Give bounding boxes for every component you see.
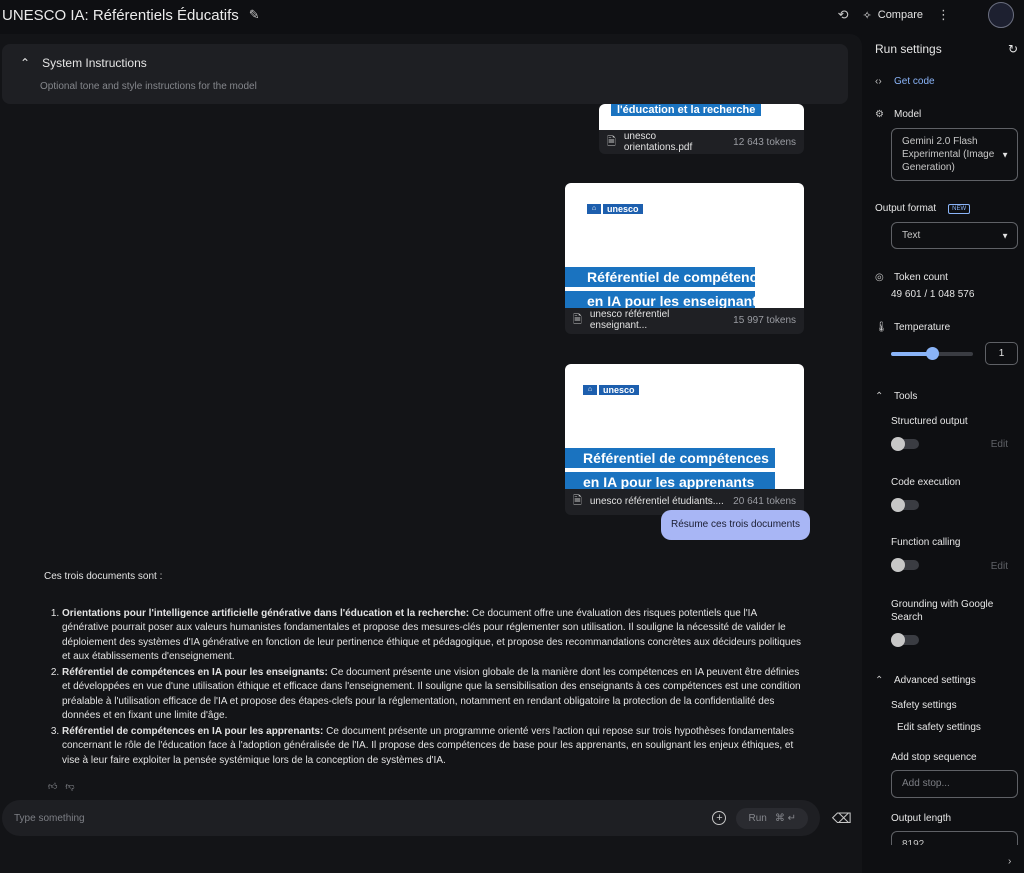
document-icon: 🗎 — [573, 313, 582, 326]
top-bar: UNESCO IA: Référentiels Éducatifs ✎ ⟲ ✧ … — [0, 0, 1024, 30]
code-execution-toggle[interactable] — [891, 498, 919, 512]
add-media-icon[interactable]: + — [712, 811, 727, 825]
feedback-buttons: 👍︎ 👎︎ — [48, 781, 75, 792]
slider-handle[interactable] — [925, 347, 939, 360]
token-icon: ◎ — [875, 272, 884, 283]
thumbnail-banner: l'éducation et la recherche — [611, 104, 762, 116]
thumbnail-banner: Référentiel de compétences — [565, 267, 773, 287]
function-calling-label: Function calling — [891, 537, 961, 548]
structured-output-edit[interactable]: Edit — [991, 439, 1008, 450]
response-intro: Ces trois documents sont : — [44, 571, 163, 582]
compare-label: Compare — [877, 9, 923, 21]
structured-output-label: Structured output — [891, 416, 968, 427]
clear-chat-icon[interactable]: ⌫ — [832, 810, 852, 827]
more-options-icon[interactable]: ⋮ — [937, 7, 950, 23]
sparkle-icon: ✧ — [862, 9, 872, 22]
run-settings-panel: Run settings ↻ ‹› Get code ⚙ Model Gemin… — [866, 34, 1024, 873]
file-token-count: 15 997 tokens — [733, 314, 796, 326]
user-message-bubble[interactable]: Résume ces trois documents — [661, 510, 810, 540]
temperature-input[interactable]: 1 — [985, 342, 1018, 365]
list-item: Référentiel de compétences en IA pour le… — [62, 725, 806, 769]
grounding-label: Grounding with Google Search — [891, 599, 994, 623]
thumbnail-banner: en IA pour les enseignants — [565, 291, 765, 308]
model-select[interactable]: Gemini 2.0 Flash Experimental (Image Gen… — [891, 128, 1018, 181]
system-instructions-title: System Instructions — [42, 56, 147, 70]
chevron-up-icon: ⌃ — [875, 391, 884, 402]
run-settings-title: Run settings — [875, 42, 942, 56]
thumbnail-banner: en IA pour les apprenants — [565, 472, 775, 489]
dropdown-arrow-icon: ▼ — [1001, 231, 1009, 240]
file-token-count: 20 641 tokens — [733, 495, 796, 507]
grounding-toggle[interactable] — [891, 633, 919, 647]
file-token-count: 12 643 tokens — [733, 136, 796, 148]
token-count-label: Token count — [894, 272, 948, 283]
thermometer-icon: 🌡︎ — [875, 322, 888, 333]
run-shortcut: ⌘ ↵ — [774, 812, 796, 824]
temperature-slider[interactable] — [891, 347, 973, 360]
compare-button[interactable]: ✧ Compare — [863, 9, 923, 22]
model-response: Ces trois documents sont : Orientations … — [44, 570, 806, 769]
reset-icon[interactable]: ↻ — [1008, 42, 1018, 56]
token-count-value: 49 601 / 1 048 576 — [891, 289, 975, 300]
tools-section-toggle[interactable]: ⌃ Tools — [875, 391, 917, 402]
prompt-title-area: UNESCO IA: Référentiels Éducatifs ✎ — [2, 7, 260, 24]
list-item: Orientations pour l'intelligence artific… — [62, 607, 806, 665]
dropdown-arrow-icon: ▼ — [1001, 150, 1009, 159]
chevron-up-icon[interactable]: ⌃ — [20, 56, 30, 70]
edit-title-icon[interactable]: ✎ — [249, 7, 260, 23]
system-instructions-input[interactable]: Optional tone and style instructions for… — [40, 81, 830, 92]
file-thumbnail: ⌂ unesco Référentiel de compétences en IA… — [565, 364, 804, 489]
stop-sequence-input[interactable]: Add stop... — [891, 770, 1018, 798]
model-label: Model — [894, 109, 922, 120]
prompt-composer: Type something + Run ⌘ ↵ — [2, 800, 820, 836]
file-attachment[interactable]: ⌂ unesco Référentiel de compétences en IA… — [565, 183, 804, 334]
function-calling-toggle[interactable] — [891, 558, 919, 572]
file-name: unesco orientations.pdf — [623, 131, 693, 153]
file-name: unesco référentiel étudiants.... — [589, 495, 724, 507]
get-code-button[interactable]: ‹› Get code — [875, 76, 935, 87]
advanced-settings-toggle[interactable]: ⌃ Advanced settings — [875, 675, 976, 686]
prompt-input[interactable]: Type something — [14, 813, 712, 824]
output-length-input[interactable]: 8192 — [891, 831, 1018, 845]
function-calling-edit[interactable]: Edit — [991, 561, 1008, 572]
output-format-select[interactable]: Text ▼ — [891, 222, 1018, 249]
structured-output-toggle[interactable] — [891, 437, 919, 451]
unesco-logo: ⌂ unesco — [583, 385, 639, 395]
run-button[interactable]: Run ⌘ ↵ — [736, 807, 808, 829]
thumbs-up-icon[interactable]: 👍︎ — [48, 781, 57, 792]
thumbs-down-icon[interactable]: 👎︎ — [65, 781, 74, 792]
avatar[interactable] — [988, 2, 1014, 28]
file-thumbnail: l'éducation et la recherche — [599, 104, 804, 130]
output-format-label: Output format — [875, 203, 937, 214]
model-icon: ⚙ — [875, 109, 884, 120]
temperature-label: Temperature — [894, 322, 951, 333]
thumbnail-banner: Référentiel de compétences — [565, 448, 775, 468]
document-icon: 🗎 — [573, 494, 582, 507]
code-execution-label: Code execution — [891, 477, 961, 488]
file-attachment[interactable]: ⌂ unesco Référentiel de compétences en IA… — [565, 364, 804, 515]
document-icon: 🗎 — [607, 135, 616, 148]
chevron-up-icon: ⌃ — [875, 675, 884, 686]
file-thumbnail: ⌂ unesco Référentiel de compétences en IA… — [565, 183, 804, 308]
stop-sequence-label: Add stop sequence — [891, 752, 977, 763]
code-icon: ‹› — [875, 76, 882, 87]
unesco-logo: ⌂ unesco — [587, 204, 643, 214]
new-badge: NEW — [948, 203, 971, 214]
top-bar-actions: ⟲ ✧ Compare ⋮ — [838, 2, 1024, 28]
chevron-right-icon[interactable]: › — [1008, 856, 1011, 867]
output-length-label: Output length — [891, 813, 952, 824]
compare-mode-icon[interactable]: ⟲ — [838, 7, 849, 23]
file-attachment[interactable]: l'éducation et la recherche 🗎 unesco ori… — [599, 104, 804, 154]
prompt-title: UNESCO IA: Référentiels Éducatifs — [2, 6, 239, 24]
file-name: unesco référentiel enseignant... — [589, 309, 670, 331]
safety-settings-label: Safety settings — [891, 700, 957, 711]
system-instructions-panel[interactable]: ⌃ System Instructions Optional tone and … — [2, 44, 848, 104]
edit-safety-settings-link[interactable]: Edit safety settings — [897, 722, 981, 733]
list-item: Référentiel de compétences en IA pour le… — [62, 666, 806, 724]
response-list: Orientations pour l'intelligence artific… — [44, 607, 806, 769]
